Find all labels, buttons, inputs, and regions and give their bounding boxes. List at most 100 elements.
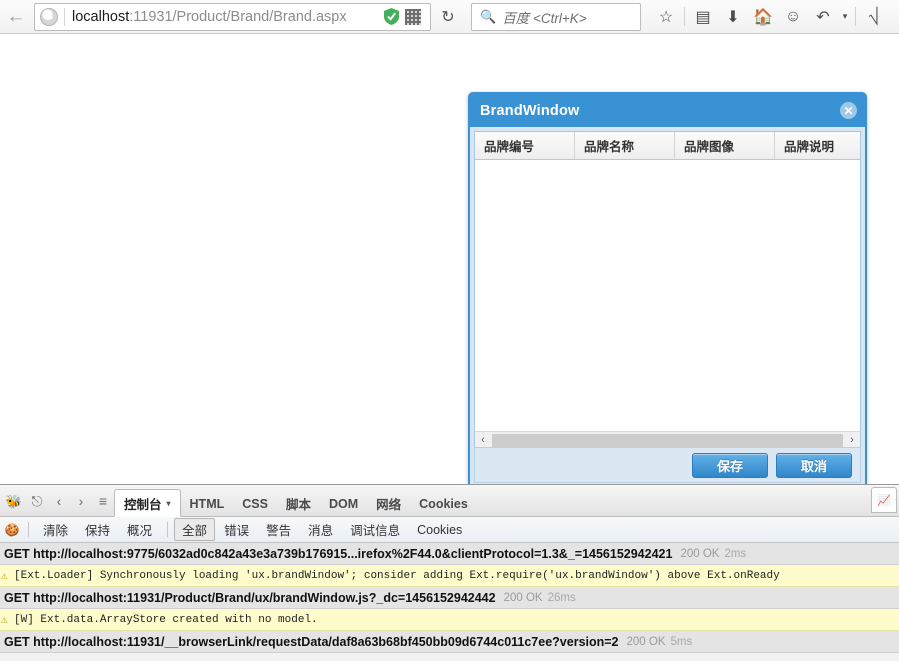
qr-code-icon[interactable] — [405, 8, 421, 25]
warning-icon: ⚠ — [1, 614, 8, 627]
toolbar-divider-3 — [28, 522, 29, 537]
tab-script[interactable]: 脚本 — [277, 491, 320, 516]
persist-button-label: 保持 — [85, 524, 111, 538]
close-icon[interactable]: ✕ — [840, 102, 857, 119]
grid-horizontal-scrollbar[interactable]: ‹ › — [475, 431, 860, 448]
tab-cookies-label: Cookies — [419, 496, 468, 511]
filter-all[interactable]: 全部 — [174, 518, 216, 541]
save-button-label: 保存 — [716, 458, 743, 474]
back-arrow-icon[interactable]: ← — [1, 2, 31, 32]
toolbar-divider-2 — [855, 7, 856, 26]
log-row[interactable]: GET http://localhost:11931/__browserLink… — [0, 631, 899, 653]
firebug-tab-row: 🐝 ⎋ ‹ › ≡ 控制台 ▾ HTML CSS 脚本 DOM 网络 Cooki… — [0, 485, 899, 517]
tab-net[interactable]: 网络 — [367, 491, 410, 516]
log-message: [W] Ext.data.ArrayStore created with no … — [14, 613, 318, 626]
log-row[interactable]: GET http://localhost:11931/Product/Brand… — [0, 587, 899, 609]
log-row[interactable]: ⚠ [Ext.Loader] Synchronously loading 'ux… — [0, 565, 899, 587]
grid-column-brand-image[interactable]: 品牌图像 — [675, 132, 775, 159]
filter-warnings-label: 警告 — [266, 524, 292, 538]
persist-button[interactable]: 保持 — [77, 518, 118, 541]
tab-css-label: CSS — [242, 496, 268, 511]
filter-cookies[interactable]: Cookies — [409, 521, 470, 539]
dialog-titlebar[interactable]: BrandWindow ✕ — [470, 94, 865, 127]
dialog-title: BrandWindow — [480, 102, 580, 119]
save-button[interactable]: 保存 — [692, 452, 768, 478]
nav-back-icon[interactable]: ‹ — [48, 488, 70, 514]
smiley-icon[interactable]: ☺ — [778, 2, 808, 32]
scroll-right-icon[interactable]: › — [844, 432, 860, 448]
log-time: 5ms — [670, 635, 693, 648]
shield-icon[interactable] — [384, 8, 399, 25]
cancel-button[interactable]: 取消 — [776, 452, 852, 478]
tab-dom[interactable]: DOM — [320, 491, 367, 516]
tab-css[interactable]: CSS — [233, 491, 277, 516]
clear-button-label: 清除 — [43, 524, 69, 538]
url-path: :11931/Product/Brand/Brand.aspx — [129, 8, 347, 25]
scroll-left-icon[interactable]: ‹ — [475, 432, 491, 448]
screenshot-icon[interactable]: ⎷ — [859, 2, 889, 32]
grid-column-label: 品牌说明 — [784, 140, 835, 154]
log-status: 200 OK — [503, 591, 543, 604]
reading-list-icon[interactable]: ▤ — [688, 2, 718, 32]
profile-button[interactable]: 概况 — [119, 518, 160, 541]
tab-html[interactable]: HTML — [181, 491, 234, 516]
nav-forward-icon[interactable]: › — [70, 488, 92, 514]
log-row[interactable]: ⚠ [W] Ext.data.ArrayStore created with n… — [0, 609, 899, 631]
browser-action-icons: ☆ ▤ ⬇ 🏠 ☺ ↶ ▾ ⎷ — [651, 2, 889, 32]
warning-icon: ⚠ — [1, 570, 8, 583]
scrollbar-thumb[interactable] — [492, 433, 843, 447]
search-bar[interactable]: 🔍 百度 <Ctrl+K> — [471, 2, 641, 31]
grid-column-brand-desc[interactable]: 品牌说明 — [775, 132, 860, 159]
profile-button-label: 概况 — [127, 524, 153, 538]
reload-glyph: ↻ — [441, 8, 455, 26]
url-host: localhost — [72, 8, 130, 25]
console-log-list[interactable]: GET http://localhost:9775/6032ad0c842a43… — [0, 543, 899, 653]
log-row[interactable]: GET http://localhost:9775/6032ad0c842a43… — [0, 543, 899, 565]
grid-column-label: 品牌编号 — [484, 140, 535, 154]
log-status: 200 OK — [680, 547, 720, 560]
inspect-element-icon[interactable]: ⎋ — [26, 488, 48, 514]
close-glyph: ✕ — [843, 103, 854, 118]
tab-dom-label: DOM — [328, 496, 359, 511]
firebug-logo-icon[interactable]: 🐝 — [4, 492, 24, 512]
log-message: [Ext.Loader] Synchronously loading 'ux.b… — [14, 569, 780, 582]
downloads-icon[interactable]: ⬇ — [718, 2, 748, 32]
address-bar[interactable]: localhost:11931/Product/Brand/Brand.aspx — [34, 2, 431, 31]
grid-column-label: 品牌图像 — [684, 140, 735, 154]
grid-column-brand-code[interactable]: 品牌编号 — [475, 132, 575, 159]
brand-window-dialog: BrandWindow ✕ 品牌编号 品牌名称 品牌图像 品牌说明 ‹ › 保存… — [468, 92, 867, 489]
address-bar-url: localhost:11931/Product/Brand/Brand.aspx — [72, 9, 384, 25]
tab-console[interactable]: 控制台 ▾ — [114, 489, 181, 517]
tab-cookies[interactable]: Cookies — [410, 491, 477, 516]
firebug-console-toolbar: 🍪 清除 保持 概况 全部 错误 警告 消息 调试信息 Cookies — [0, 517, 899, 543]
browser-toolbar: ← localhost:11931/Product/Brand/Brand.as… — [0, 0, 899, 34]
tab-net-label: 网络 — [376, 498, 402, 512]
home-icon[interactable]: 🏠 — [748, 2, 778, 32]
chevron-down-icon[interactable]: ▾ — [167, 499, 171, 508]
reload-icon[interactable]: ↻ — [433, 3, 463, 31]
tab-html-label: HTML — [189, 496, 225, 511]
firebug-panel-icon[interactable]: 📈 — [871, 487, 897, 513]
grid-header-row: 品牌编号 品牌名称 品牌图像 品牌说明 — [475, 132, 860, 160]
web-page-canvas: BrandWindow ✕ 品牌编号 品牌名称 品牌图像 品牌说明 ‹ › 保存… — [0, 34, 899, 489]
filter-debug-label: 调试信息 — [350, 524, 401, 538]
dropdown-caret-icon[interactable]: ▾ — [838, 2, 852, 32]
panel-list-icon[interactable]: ≡ — [92, 488, 114, 514]
tab-console-label: 控制台 — [124, 497, 162, 512]
undo-icon[interactable]: ↶ — [808, 2, 838, 32]
bookmark-star-icon[interactable]: ☆ — [651, 2, 681, 32]
cookie-filter-icon[interactable]: 🍪 — [2, 520, 22, 540]
scroll-right-glyph: › — [850, 434, 854, 446]
filter-info[interactable]: 消息 — [300, 518, 341, 541]
filter-warnings[interactable]: 警告 — [258, 518, 299, 541]
grid-column-brand-name[interactable]: 品牌名称 — [575, 132, 675, 159]
cancel-button-label: 取消 — [800, 458, 827, 474]
grid-body-empty — [475, 160, 860, 424]
tab-script-label: 脚本 — [285, 498, 311, 512]
clear-button[interactable]: 清除 — [35, 518, 76, 541]
toolbar-divider — [684, 7, 685, 26]
log-message: GET http://localhost:11931/Product/Brand… — [4, 590, 496, 605]
filter-errors[interactable]: 错误 — [216, 518, 257, 541]
brand-grid-panel: 品牌编号 品牌名称 品牌图像 品牌说明 ‹ › — [474, 131, 861, 449]
filter-debug[interactable]: 调试信息 — [342, 518, 408, 541]
